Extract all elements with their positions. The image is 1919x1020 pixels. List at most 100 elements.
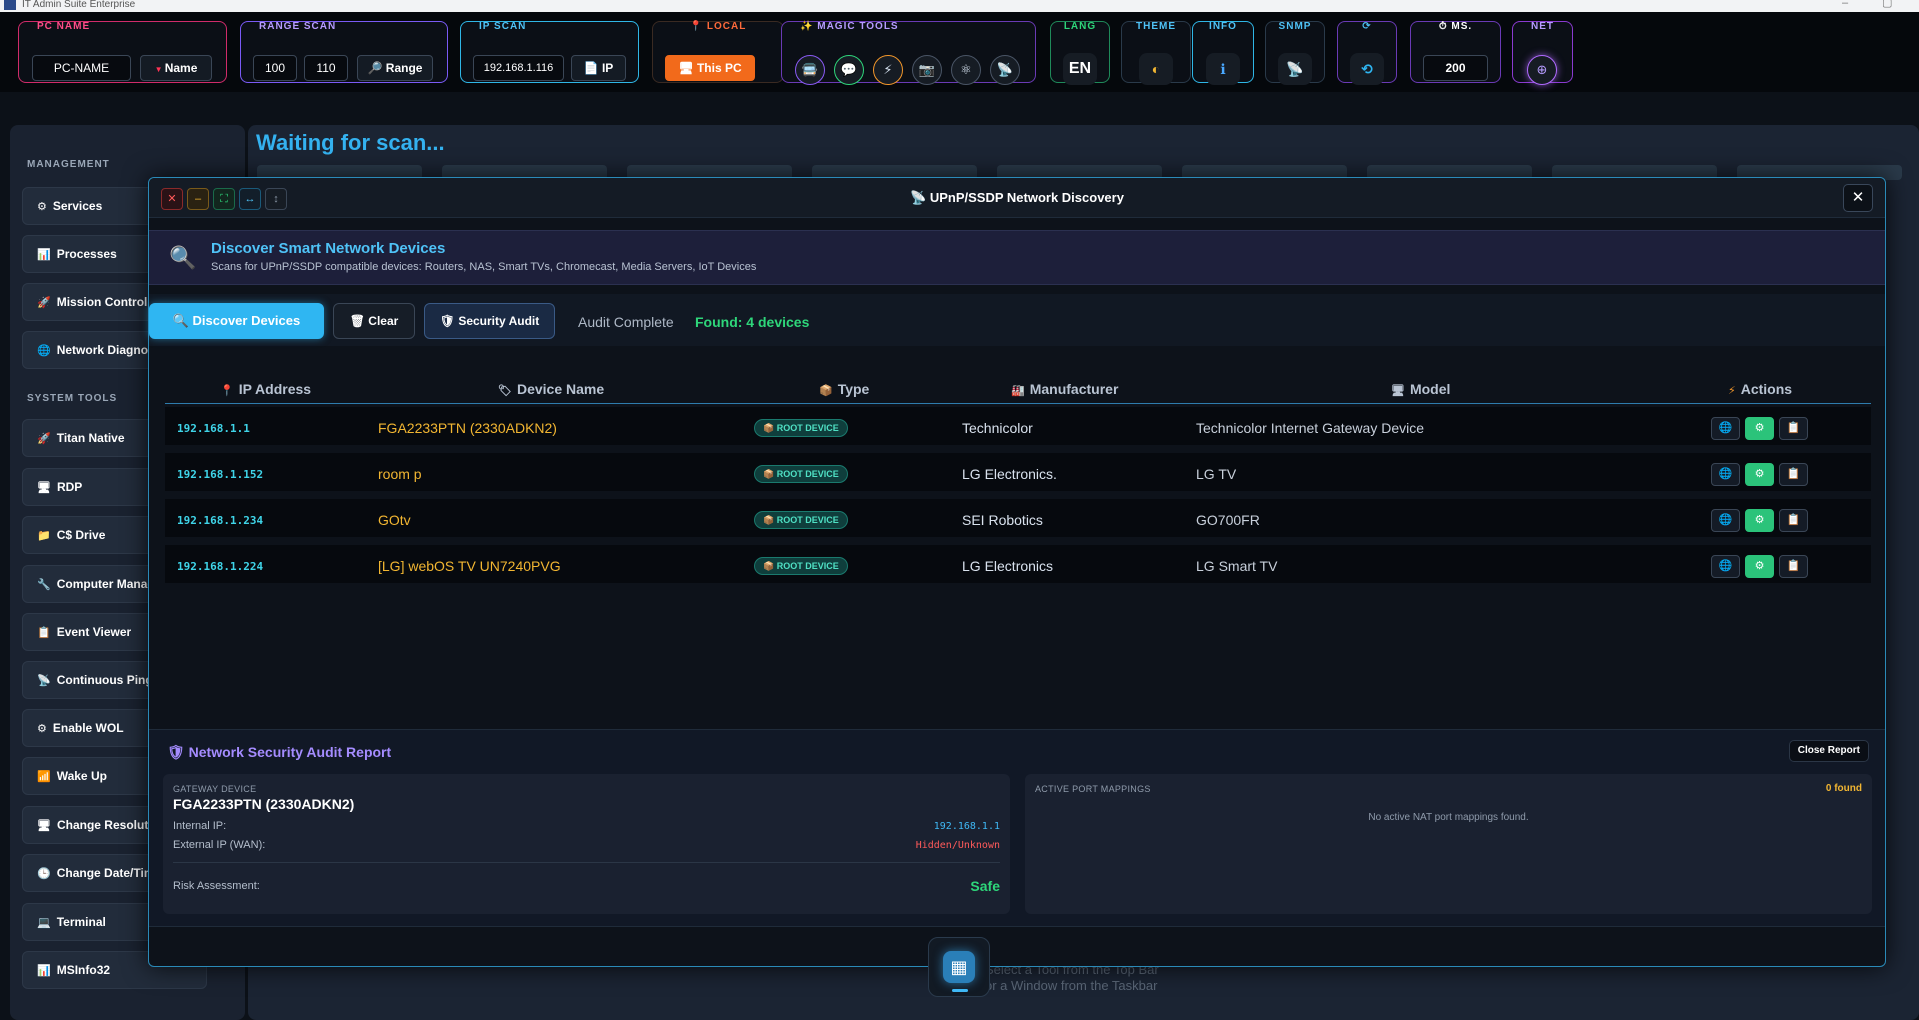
settings-icon[interactable]: ⚙ — [1745, 555, 1774, 578]
ip-scan-label: IP SCAN — [479, 21, 527, 32]
gateway-name: FGA2233PTN (2330ADKN2) — [173, 796, 355, 812]
sparkle-icon: ✨ — [800, 21, 818, 32]
range-scan-label: RANGE SCAN — [259, 21, 337, 32]
wrench-icon: 🔧 — [37, 579, 51, 591]
modal-title: 📡 UPnP/SSDP Network Discovery — [910, 190, 1124, 205]
gear-icon: ⚙ — [37, 723, 47, 735]
window-app-icon[interactable]: ▦ — [943, 951, 975, 983]
ip-scan-input[interactable]: 192.168.1.116 — [473, 55, 564, 81]
monitor-icon: 🖥 — [1391, 385, 1405, 397]
close-icon[interactable]: ✕ — [1843, 184, 1873, 212]
range-from-input[interactable]: 100 — [253, 55, 297, 81]
rocket-icon: 🚀 — [37, 433, 51, 445]
pc-name-group: PC NAME PC-NAME ▼ Name — [18, 21, 227, 83]
chart-icon: 📊 — [37, 965, 51, 977]
globe-icon[interactable]: ⊕ — [1527, 55, 1557, 85]
col-type[interactable]: 📦 Type — [819, 381, 869, 397]
copy-icon[interactable]: 📋 — [1779, 509, 1808, 532]
camera-icon[interactable]: 📷 — [912, 55, 942, 85]
device-name: GOtv — [378, 512, 411, 528]
clipboard-icon: 📋 — [37, 627, 51, 639]
rocket-icon: 🚀 — [37, 297, 51, 309]
col-device-name[interactable]: 🏷 Device Name — [498, 381, 604, 397]
pc-name-button[interactable]: ▼ Name — [140, 55, 212, 81]
chat-icon[interactable]: 💬 — [834, 55, 864, 85]
open-web-icon[interactable]: 🌐 — [1711, 463, 1740, 486]
copy-icon[interactable]: 📋 — [1779, 417, 1808, 440]
range-to-input[interactable]: 110 — [304, 55, 348, 81]
refresh-icon[interactable]: ⟲ — [1350, 53, 1384, 85]
modal-title-bar[interactable]: ✕ – ⛶ ↔ ↕ 📡 UPnP/SSDP Network Discovery … — [149, 178, 1885, 218]
window-title: IT Admin Suite Enterprise — [22, 0, 136, 10]
copy-icon[interactable]: 📋 — [1779, 463, 1808, 486]
banner-title: Discover Smart Network Devices — [211, 240, 446, 257]
table-row[interactable]: 192.168.1.224 [LG] webOS TV UN7240PVG 📦 … — [165, 545, 1871, 587]
tag-icon: 🏷 — [498, 385, 512, 397]
ms-input[interactable]: 200 — [1423, 55, 1488, 81]
gateway-label: GATEWAY DEVICE — [173, 784, 257, 794]
settings-icon[interactable]: ⚙ — [1745, 463, 1774, 486]
col-model[interactable]: 🖥 Model — [1391, 381, 1450, 397]
col-ip-address[interactable]: 📍 IP Address — [220, 381, 311, 397]
copy-icon[interactable]: 📋 — [1779, 555, 1808, 578]
open-web-icon[interactable]: 🌐 — [1711, 509, 1740, 532]
range-scan-button[interactable]: 🔎 Range — [357, 55, 433, 81]
satellite-icon: 📡 — [37, 675, 51, 687]
atom-icon[interactable]: ⚛ — [951, 55, 981, 85]
hint-select-window: or a Window from the Taskbar — [985, 978, 1158, 993]
maximize-icon[interactable]: ▢ — [1882, 0, 1892, 9]
security-audit-button[interactable]: 🛡 Security Audit — [424, 303, 555, 339]
col-manufacturer[interactable]: 🏭 Manufacturer — [1011, 381, 1118, 397]
language-button[interactable]: EN — [1063, 53, 1097, 85]
lightning-icon[interactable]: ⚡ — [873, 55, 903, 85]
snmp-group: SNMP 📡 — [1265, 21, 1325, 85]
type-badge: 📦 ROOT DEVICE — [754, 557, 848, 575]
bus-icon[interactable]: 🚍 — [795, 55, 825, 85]
open-web-icon[interactable]: 🌐 — [1711, 555, 1740, 578]
ip-scan-group: IP SCAN 192.168.1.116 📄 IP — [460, 21, 639, 83]
this-pc-button[interactable]: 🖥 This PC — [665, 55, 755, 81]
close-report-button[interactable]: Close Report — [1788, 740, 1869, 762]
type-badge: 📦 ROOT DEVICE — [754, 419, 848, 437]
snmp-label: SNMP — [1278, 21, 1312, 32]
ports-label: ACTIVE PORT MAPPINGS — [1035, 784, 1151, 794]
top-toolbar: PC NAME PC-NAME ▼ Name RANGE SCAN 100 11… — [0, 12, 1919, 92]
open-web-icon[interactable]: 🌐 — [1711, 417, 1740, 440]
pin-icon: 📍 — [689, 21, 707, 32]
table-row[interactable]: 192.168.1.234 GOtv 📦 ROOT DEVICE SEI Rob… — [165, 499, 1871, 541]
discover-devices-button[interactable]: 🔍 Discover Devices — [149, 303, 324, 339]
table-row[interactable]: 192.168.1.1 FGA2233PTN (2330ADKN2) 📦 ROO… — [165, 407, 1871, 449]
device-ip: 192.168.1.224 — [177, 560, 264, 573]
ip-scan-button[interactable]: 📄 IP — [571, 55, 626, 81]
app-icon — [4, 0, 16, 10]
minimize-icon[interactable]: – — [1842, 0, 1848, 9]
half-moon-icon[interactable]: ◐ — [1139, 53, 1173, 85]
device-ip: 192.168.1.152 — [177, 468, 264, 481]
device-name: [LG] webOS TV UN7240PVG — [378, 558, 561, 574]
external-ip-label: External IP (WAN): — [173, 839, 266, 851]
satellite-icon[interactable]: 📡 — [990, 55, 1020, 85]
internal-ip-label: Internal IP: — [173, 820, 227, 832]
upnp-discovery-window: ✕ – ⛶ ↔ ↕ 📡 UPnP/SSDP Network Discovery … — [148, 177, 1886, 967]
device-model: LG TV — [1196, 466, 1237, 482]
caret-down-icon: ▼ — [154, 65, 165, 74]
clear-button[interactable]: 🗑 Clear — [333, 303, 415, 339]
risk-value: Safe — [970, 878, 1000, 894]
signal-icon: 📶 — [37, 771, 51, 783]
pc-name-input[interactable]: PC-NAME — [32, 55, 131, 81]
chart-icon: 📊 — [37, 249, 51, 261]
type-badge: 📦 ROOT DEVICE — [754, 511, 848, 529]
table-row[interactable]: 192.168.1.152 room p 📦 ROOT DEVICE LG El… — [165, 453, 1871, 495]
settings-icon[interactable]: ⚙ — [1745, 509, 1774, 532]
satellite-dish-icon[interactable]: 📡 — [1278, 53, 1312, 85]
refresh-label: ⟳ — [1362, 21, 1372, 32]
banner-subtitle: Scans for UPnP/SSDP compatible devices: … — [211, 261, 757, 273]
device-manufacturer: LG Electronics — [962, 558, 1054, 574]
magnifier-icon: 🔍 — [169, 245, 197, 270]
info-icon[interactable]: ℹ — [1206, 53, 1240, 85]
action-bar: 🔍 Discover Devices 🗑 Clear 🛡 Security Au… — [149, 294, 1885, 346]
settings-icon[interactable]: ⚙ — [1745, 417, 1774, 440]
theme-label: THEME — [1136, 21, 1176, 32]
search-icon: 🔎 — [367, 61, 386, 75]
net-label: NET — [1531, 21, 1554, 32]
